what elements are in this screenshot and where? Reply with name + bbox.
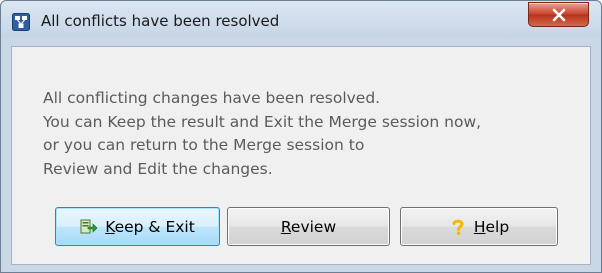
message-line: You can Keep the result and Exit the Mer… (43, 112, 482, 131)
help-button[interactable]: Help (400, 207, 558, 246)
message-line: All conflicting changes have been resolv… (43, 89, 381, 107)
window-title: All conflicts have been resolved (41, 12, 280, 30)
close-icon (552, 8, 566, 22)
dialog-content: All conflicting changes have been resolv… (11, 46, 591, 265)
merge-app-icon (12, 13, 30, 31)
message-text: All conflicting changes have been resolv… (43, 87, 481, 181)
keep-exit-button[interactable]: Keep & Exit (55, 207, 220, 246)
title-bar[interactable]: All conflicts have been resolved (1, 1, 601, 37)
keep-exit-icon (80, 219, 98, 233)
review-label: Review (280, 217, 337, 236)
keep-exit-label: Keep & Exit (105, 217, 195, 236)
help-label: Help (473, 217, 510, 236)
message-line: Review and Edit the changes. (43, 159, 273, 178)
review-button[interactable]: Review (227, 207, 390, 246)
message-line: or you can return to the Merge session t… (43, 136, 365, 154)
dialog-window: All conflicts have been resolved All con… (0, 0, 602, 273)
close-button[interactable] (528, 2, 589, 27)
help-question-icon (452, 219, 464, 235)
